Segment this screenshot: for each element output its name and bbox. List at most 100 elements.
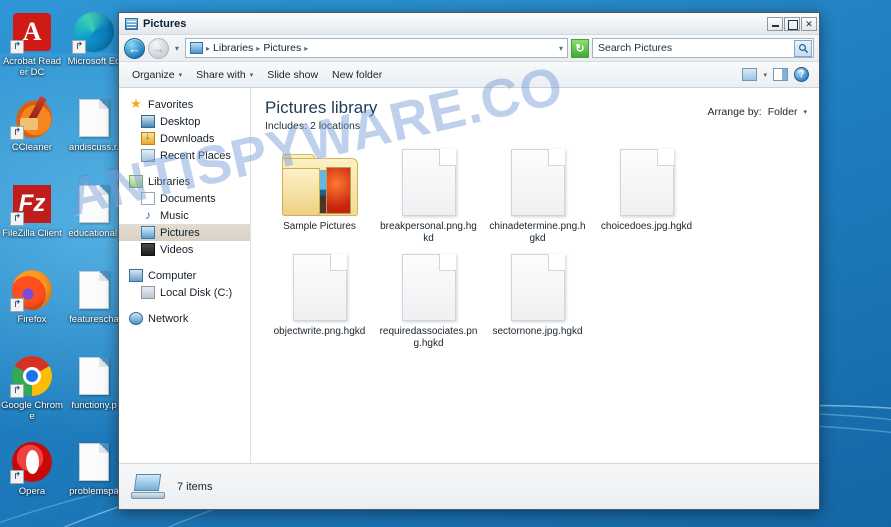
navigation-bar: ← → ▾ ▸ Libraries ▸ Pictures ▸ ▾ ↻ Searc… bbox=[119, 35, 819, 62]
list-item[interactable]: requiredassociates.png.hgkd bbox=[374, 251, 483, 356]
chevron-down-icon[interactable]: ▾ bbox=[803, 108, 807, 116]
breadcrumb-libraries[interactable]: Libraries bbox=[213, 42, 253, 54]
recent-pages-caret-icon[interactable]: ▾ bbox=[172, 44, 182, 53]
list-item[interactable]: breakpersonal.png.hgkd bbox=[374, 146, 483, 251]
new-folder-button[interactable]: New folder bbox=[325, 66, 389, 84]
chrome-icon bbox=[10, 354, 54, 398]
list-item[interactable]: sectornone.jpg.hgkd bbox=[483, 251, 592, 356]
sidebar-item-local-disk[interactable]: Local Disk (C:) bbox=[119, 284, 250, 301]
folder-window-icon bbox=[125, 17, 138, 30]
desktop-icon-grid: A Acrobat Reader DC CCleaner Fz FileZill… bbox=[0, 0, 125, 527]
nav-group-network: Network bbox=[119, 310, 250, 327]
file-thumbnail bbox=[619, 148, 674, 216]
sidebar-item-label: Downloads bbox=[160, 132, 215, 145]
breadcrumb-separator-icon[interactable]: ▸ bbox=[304, 44, 308, 53]
help-icon[interactable]: ? bbox=[794, 67, 809, 82]
toolbar-right-group: ▾ ? bbox=[742, 67, 813, 82]
sidebar-item-libraries[interactable]: Libraries bbox=[119, 173, 250, 190]
file-list-pane[interactable]: Pictures library Includes: 2 locations A… bbox=[251, 88, 819, 463]
arrange-by-control[interactable]: Arrange by: Folder ▾ bbox=[707, 98, 807, 118]
desktop-icon-ccleaner[interactable]: CCleaner bbox=[2, 92, 62, 178]
folder-thumbnail bbox=[281, 148, 358, 216]
sidebar-item-music[interactable]: ♪ Music bbox=[119, 207, 250, 224]
sidebar-item-network[interactable]: Network bbox=[119, 310, 250, 327]
desktop-file-problemspa[interactable]: problemspa bbox=[64, 436, 124, 522]
sidebar-item-desktop[interactable]: Desktop bbox=[119, 113, 250, 130]
refresh-button[interactable]: ↻ bbox=[571, 38, 589, 58]
list-item[interactable]: objectwrite.png.hgkd bbox=[265, 251, 374, 356]
list-item[interactable]: chinadetermine.png.hgkd bbox=[483, 146, 592, 251]
library-header: Pictures library Includes: 2 locations A… bbox=[265, 98, 807, 132]
edge-icon bbox=[72, 10, 116, 54]
preview-pane-icon[interactable] bbox=[773, 68, 788, 81]
list-item-label: sectornone.jpg.hgkd bbox=[492, 326, 583, 337]
blank-file-icon bbox=[72, 96, 116, 140]
desktop-icon-firefox[interactable]: Firefox bbox=[2, 264, 62, 350]
sidebar-item-label: Network bbox=[148, 312, 189, 325]
sidebar-item-videos[interactable]: Videos bbox=[119, 241, 250, 258]
firefox-icon bbox=[10, 268, 54, 312]
sidebar-item-label: Documents bbox=[160, 192, 216, 205]
search-icon[interactable] bbox=[794, 39, 812, 57]
change-view-icon[interactable] bbox=[742, 68, 758, 81]
blank-file-icon bbox=[72, 354, 116, 398]
sidebar-item-recent-places[interactable]: Recent Places bbox=[119, 147, 250, 164]
desktop-file-featurescha[interactable]: featurescha bbox=[64, 264, 124, 350]
forward-button[interactable]: → bbox=[148, 37, 169, 59]
desktop-icon-label: problemspa bbox=[69, 486, 119, 497]
share-with-button[interactable]: Share with ▾ bbox=[189, 66, 260, 84]
desktop-file-andiscuss[interactable]: andiscuss.r. bbox=[64, 92, 124, 178]
sidebar-item-label: Libraries bbox=[148, 175, 191, 188]
maximize-button[interactable] bbox=[784, 16, 800, 31]
breadcrumb-separator-icon[interactable]: ▸ bbox=[206, 44, 210, 53]
address-dropdown-icon[interactable]: ▾ bbox=[559, 44, 563, 53]
explorer-window: Pictures ✕ ← → ▾ ▸ Libraries ▸ Pictures … bbox=[118, 12, 820, 510]
list-item-label: breakpersonal.png.hgkd bbox=[380, 221, 477, 244]
minimize-button[interactable] bbox=[767, 16, 783, 31]
breadcrumb-pictures[interactable]: Pictures bbox=[263, 42, 301, 54]
sidebar-item-downloads[interactable]: Downloads bbox=[119, 130, 250, 147]
address-bar[interactable]: ▸ Libraries ▸ Pictures ▸ ▾ bbox=[185, 38, 568, 58]
search-input[interactable]: Search Pictures bbox=[598, 42, 794, 54]
desktop-icon-label: educational. bbox=[68, 228, 120, 239]
desktop-icon-label: Microsoft Ed bbox=[67, 56, 121, 67]
organize-button[interactable]: Organize ▾ bbox=[125, 66, 189, 84]
view-chevron-down-icon[interactable]: ▾ bbox=[763, 71, 767, 79]
desktop-icon-filezilla[interactable]: Fz FileZilla Client bbox=[2, 178, 62, 264]
videos-icon bbox=[141, 243, 155, 256]
list-item-label: chinadetermine.png.hgkd bbox=[489, 221, 586, 244]
search-box[interactable]: Search Pictures bbox=[592, 38, 814, 58]
slide-show-button[interactable]: Slide show bbox=[260, 66, 325, 84]
shortcut-arrow-icon bbox=[10, 384, 24, 398]
close-button[interactable]: ✕ bbox=[801, 16, 817, 31]
desktop-icon-acrobat-reader[interactable]: A Acrobat Reader DC bbox=[2, 6, 62, 92]
list-item[interactable]: choicedoes.jpg.hgkd bbox=[592, 146, 701, 251]
desktop-icon-label: featurescha bbox=[69, 314, 119, 325]
arrange-by-value[interactable]: Folder bbox=[768, 106, 798, 118]
back-button[interactable]: ← bbox=[124, 37, 145, 59]
desktop-icon-label: Acrobat Reader DC bbox=[2, 56, 62, 78]
desktop-icon-microsoft-edge[interactable]: Microsoft Ed bbox=[64, 6, 124, 92]
sidebar-item-favorites[interactable]: ★ Favorites bbox=[119, 96, 250, 113]
network-icon bbox=[129, 312, 143, 325]
list-item-label: requiredassociates.png.hgkd bbox=[379, 326, 478, 349]
desktop-icon-label: functiony.p bbox=[71, 400, 117, 411]
sidebar-item-pictures[interactable]: Pictures bbox=[119, 224, 250, 241]
window-title-bar[interactable]: Pictures ✕ bbox=[119, 13, 819, 35]
file-grid: Sample Pictures breakpersonal.png.hgkd c… bbox=[265, 146, 807, 356]
desktop-icon-google-chrome[interactable]: Google Chrome bbox=[1, 350, 63, 436]
sidebar-item-label: Local Disk (C:) bbox=[160, 286, 233, 299]
desktop-icon-opera[interactable]: Opera bbox=[2, 436, 62, 522]
list-item[interactable]: Sample Pictures bbox=[265, 146, 374, 251]
sidebar-item-label: Favorites bbox=[148, 98, 194, 111]
desktop-file-functiony[interactable]: functiony.p bbox=[64, 350, 124, 436]
navigation-pane: ★ Favorites Desktop Downloads Recent Pla… bbox=[119, 88, 251, 463]
sidebar-item-computer[interactable]: Computer bbox=[119, 267, 250, 284]
desktop-file-educational[interactable]: educational. bbox=[64, 178, 124, 264]
sidebar-item-label: Pictures bbox=[160, 226, 200, 239]
sidebar-item-label: Recent Places bbox=[160, 149, 231, 162]
breadcrumb-separator-icon[interactable]: ▸ bbox=[256, 44, 260, 53]
list-item-label: Sample Pictures bbox=[283, 221, 356, 232]
filezilla-icon: Fz bbox=[10, 182, 54, 226]
sidebar-item-documents[interactable]: Documents bbox=[119, 190, 250, 207]
